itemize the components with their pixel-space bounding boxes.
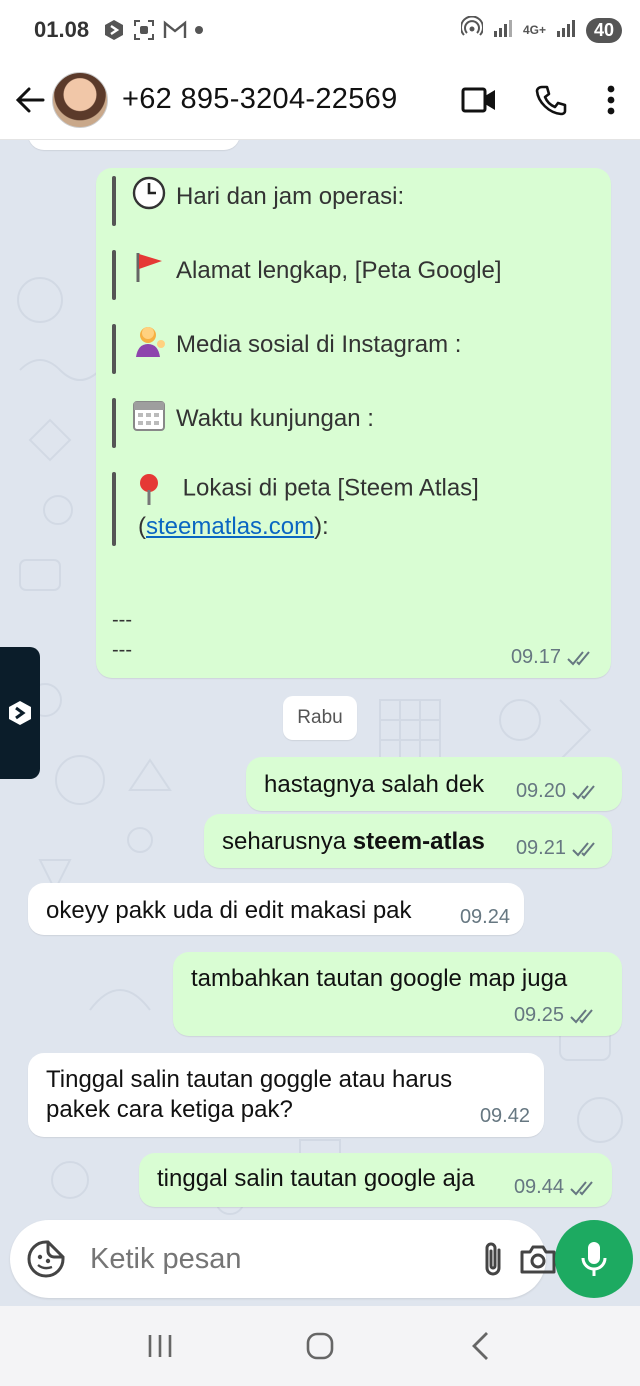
app-overlay-icon bbox=[9, 701, 31, 725]
formatted-line-2: Alamat lengkap, [Peta Google] bbox=[112, 250, 502, 300]
message-input-container[interactable] bbox=[10, 1220, 556, 1298]
clock-emoji bbox=[132, 176, 166, 210]
phone-icon[interactable] bbox=[524, 73, 578, 127]
dot-icon bbox=[195, 26, 204, 34]
avatar[interactable] bbox=[52, 71, 108, 128]
chat-header: +62 895-3204-22569 bbox=[0, 60, 640, 140]
red-flag-emoji bbox=[132, 250, 166, 284]
network-type-label: 4G+ bbox=[522, 23, 546, 37]
partial-message-bubble bbox=[28, 140, 240, 150]
message-time: 09.24 bbox=[459, 906, 510, 928]
mic-icon bbox=[581, 1242, 607, 1276]
message-bubble-formatted[interactable]: Hari dan jam operasi: Alamat lengkap, [P… bbox=[96, 168, 611, 678]
message-bubble[interactable]: tambahkan tautan google map juga 09.25 bbox=[173, 952, 622, 1036]
video-call-icon[interactable] bbox=[452, 73, 506, 127]
message-input[interactable] bbox=[90, 1242, 467, 1276]
message-meta: 09.17 bbox=[511, 645, 595, 670]
signal-icon-1 bbox=[493, 17, 513, 43]
sticker-icon[interactable] bbox=[26, 1235, 66, 1283]
link-line: (steematlas.com): bbox=[138, 512, 329, 542]
steematlas-link[interactable]: steematlas.com bbox=[146, 513, 314, 540]
double-check-icon bbox=[570, 1008, 593, 1023]
gmail-icon bbox=[163, 20, 187, 40]
round-pushpin-emoji bbox=[132, 472, 166, 506]
message-bubble[interactable]: hastagnya salah dek 09.20 bbox=[246, 757, 622, 811]
formatted-line-1: Hari dan jam operasi: bbox=[112, 176, 404, 226]
separator-2: --- bbox=[112, 639, 132, 661]
link-suffix: ): bbox=[314, 513, 329, 540]
message-time: 09.25 bbox=[513, 1004, 564, 1026]
message-time: 09.20 bbox=[515, 780, 566, 802]
formatted-line-5-text: Lokasi di peta [Steem Atlas] bbox=[182, 474, 479, 502]
double-check-icon bbox=[572, 784, 595, 799]
message-text: hastagnya salah dek bbox=[264, 771, 485, 798]
formatted-line-2-text: Alamat lengkap, [Peta Google] bbox=[176, 257, 502, 284]
message-text: tambahkan tautan google map juga bbox=[191, 965, 568, 992]
message-time: 09.21 bbox=[515, 837, 566, 859]
screenshot-icon bbox=[133, 19, 155, 41]
message-text: okeyy pakk uda di edit makasi pak bbox=[46, 897, 412, 924]
message-meta: 09.44 bbox=[514, 1175, 598, 1200]
message-meta: 09.21 bbox=[516, 836, 600, 861]
calendar-emoji bbox=[132, 398, 166, 432]
message-text-line-2: pakek cara ketiga pak? bbox=[46, 1096, 293, 1123]
signal-icon-2 bbox=[556, 17, 576, 43]
message-bubble[interactable]: okeyy pakk uda di edit makasi pak 09.24 bbox=[28, 883, 524, 935]
message-text: tinggal salin tautan google aja bbox=[157, 1165, 475, 1192]
composer bbox=[0, 1220, 640, 1306]
more-vert-icon[interactable] bbox=[596, 73, 626, 127]
message-text: Tinggal salin tautan goggle atau harus p… bbox=[46, 1065, 452, 1125]
day-separator: Rabu bbox=[283, 696, 357, 740]
message-bubble[interactable]: seharusnya steem-atlas 09.21 bbox=[204, 814, 612, 868]
message-meta: 09.25 bbox=[514, 1003, 598, 1028]
mic-button[interactable] bbox=[555, 1220, 633, 1298]
hotspot-icon bbox=[459, 15, 484, 44]
message-text-prefix: seharusnya bbox=[222, 828, 353, 855]
message-time: 09.44 bbox=[513, 1176, 564, 1198]
camera-icon[interactable] bbox=[519, 1235, 557, 1283]
message-bubble[interactable]: Tinggal salin tautan goggle atau harus p… bbox=[28, 1053, 544, 1137]
double-check-icon bbox=[567, 650, 590, 665]
back-nav-icon[interactable] bbox=[450, 1316, 510, 1376]
recent-apps-icon[interactable] bbox=[130, 1316, 190, 1376]
chat-area[interactable]: Hari dan jam operasi: Alamat lengkap, [P… bbox=[0, 140, 640, 1220]
formatted-line-3-text: Media sosial di Instagram : bbox=[176, 331, 462, 358]
message-text: seharusnya steem-atlas bbox=[222, 827, 485, 857]
message-time: 09.17 bbox=[510, 646, 561, 668]
contact-name[interactable]: +62 895-3204-22569 bbox=[122, 83, 434, 116]
status-time: 01.08 bbox=[34, 17, 90, 42]
app-notification-icon bbox=[103, 19, 125, 41]
message-bubble[interactable]: tinggal salin tautan google aja 09.44 bbox=[139, 1153, 612, 1207]
formatted-line-4: Waktu kunjungan : bbox=[112, 398, 374, 448]
attach-icon[interactable] bbox=[481, 1235, 505, 1283]
message-meta: 09.42 bbox=[480, 1104, 530, 1129]
formatted-line-1-text: Hari dan jam operasi: bbox=[176, 183, 405, 210]
link-prefix: ( bbox=[138, 513, 146, 540]
battery-badge: 40 bbox=[585, 17, 622, 43]
status-bar: 01.08 4G+ 40 bbox=[0, 0, 640, 60]
message-time: 09.42 bbox=[479, 1105, 530, 1127]
formatted-line-3: Media sosial di Instagram : bbox=[112, 324, 461, 374]
double-check-icon bbox=[572, 841, 595, 856]
formatted-line-4-text: Waktu kunjungan : bbox=[176, 405, 374, 432]
system-nav-bar bbox=[0, 1306, 640, 1386]
person-tipping-hand-emoji bbox=[132, 324, 166, 358]
back-arrow-icon[interactable] bbox=[14, 84, 46, 116]
message-text-bold: steem-atlas bbox=[352, 828, 485, 855]
separator-1: --- bbox=[112, 609, 132, 631]
message-meta: 09.20 bbox=[516, 779, 600, 804]
double-check-icon bbox=[570, 1180, 593, 1195]
message-meta: 09.24 bbox=[460, 905, 510, 930]
floating-side-tab[interactable] bbox=[0, 647, 40, 779]
home-icon[interactable] bbox=[290, 1316, 350, 1376]
message-text-line-1: Tinggal salin tautan goggle atau harus bbox=[46, 1066, 453, 1093]
